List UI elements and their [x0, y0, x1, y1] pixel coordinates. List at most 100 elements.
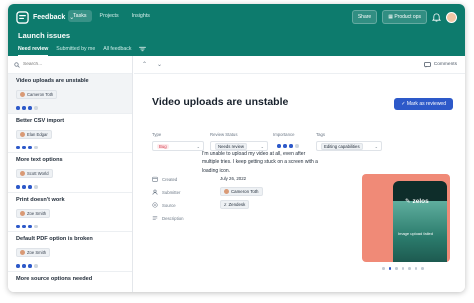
type-value: Bug [157, 144, 169, 149]
importance-dot [34, 106, 38, 110]
carousel-dot[interactable] [401, 267, 404, 270]
importance-dots [16, 106, 124, 110]
issue-title: More text options [16, 157, 63, 163]
zelos-logo-icon: ✎ [405, 198, 411, 205]
carousel-dot[interactable] [421, 267, 424, 270]
mark-reviewed-label: Mark as reviewed [406, 101, 446, 107]
importance-dots [277, 144, 307, 148]
list-item[interactable]: Video uploads are unstable Cameron Toth [8, 74, 132, 114]
filter-icon[interactable] [139, 46, 147, 52]
issue-title: Print doesn't work [16, 196, 65, 203]
carousel-dot[interactable] [395, 267, 398, 270]
comments-button[interactable]: Comments [423, 61, 457, 68]
source-icon [152, 202, 158, 208]
importance-dot [277, 144, 281, 148]
zelos-logo: ✎ zelos [405, 197, 429, 206]
list-item[interactable]: Default PDF option is broken Zoe Smith [8, 232, 132, 272]
list-item[interactable]: More text options Scott World [8, 153, 132, 193]
submitter-name: Scott World [27, 171, 49, 176]
nav-tab-projects[interactable]: Projects [95, 10, 124, 22]
importance-dot [22, 224, 26, 228]
subtab-submitted-by-me[interactable]: Submitted by me [56, 46, 95, 56]
app-window: Feedback ⌄ Tasks Projects Insights Share… [8, 4, 465, 292]
list-item[interactable]: Print doesn't work Zoe Smith [8, 193, 132, 232]
zendesk-icon: Z [224, 202, 227, 207]
app-name: Feedback [33, 14, 66, 21]
submitter-chip: Cameron Toth [16, 90, 58, 99]
share-button[interactable]: Share [351, 10, 378, 24]
list-item[interactable]: Better CSV import Elan Edgar [8, 114, 132, 153]
importance-dot [22, 185, 26, 189]
search-input[interactable] [23, 62, 123, 67]
product-ops-label: Product ops [394, 14, 421, 20]
importance-dot [28, 224, 32, 228]
importance-dot [283, 144, 287, 148]
comment-icon [423, 61, 431, 68]
importance-dot [34, 185, 38, 189]
tags-label: Tags [316, 132, 326, 137]
grid-icon: ▦ [388, 14, 393, 20]
product-ops-button[interactable]: ▦ Product ops [382, 10, 427, 24]
app-brand[interactable]: Feedback ⌄ [16, 11, 74, 24]
importance-dot [34, 264, 38, 268]
carousel-dot[interactable] [414, 267, 417, 270]
submitter-chip[interactable]: Cameron Toth [220, 187, 263, 196]
importance-dot [28, 106, 32, 110]
importance-dot [16, 224, 20, 228]
subtab-need-review[interactable]: Need review [18, 46, 49, 56]
type-label: Type [152, 132, 162, 137]
issue-detail-panel: ⌃ ⌄ Comments Video uploads are unstable … [134, 56, 465, 292]
main-nav: Tasks Projects Insights [68, 10, 155, 22]
search-icon [14, 61, 20, 68]
chevron-down-icon: ⌄ [196, 144, 200, 149]
submitter-name: Zoe Smith [27, 210, 47, 216]
mark-reviewed-button[interactable]: ✓ Mark as reviewed [394, 98, 453, 110]
carousel-dot[interactable] [408, 267, 411, 270]
tags-select[interactable]: Editing capabilities ⌄ [316, 141, 382, 151]
attachment-preview[interactable]: ✎ zelos Image upload failed [362, 174, 450, 262]
text-lines-icon [152, 216, 158, 220]
importance-dot [16, 145, 20, 149]
importance-dots [16, 185, 124, 189]
subtab-all-feedback[interactable]: All feedback [103, 46, 131, 56]
issue-list-sidebar: Video uploads are unstable Cameron Toth … [8, 56, 133, 292]
nav-tab-tasks[interactable]: Tasks [68, 10, 92, 22]
list-item[interactable]: More source options needed [8, 272, 132, 293]
avatar [224, 189, 229, 194]
importance-dot [22, 264, 26, 268]
chevron-down-icon[interactable]: ⌄ [157, 61, 162, 68]
status-label: Review Status [210, 132, 238, 137]
top-bar: Feedback ⌄ Tasks Projects Insights Share… [8, 4, 465, 56]
importance-dot [34, 145, 38, 149]
tags-value: Editing capabilities [321, 143, 363, 150]
chevron-up-icon[interactable]: ⌃ [142, 61, 147, 68]
user-avatar[interactable] [446, 11, 457, 23]
issue-title: More source options needed [16, 275, 93, 282]
type-select[interactable]: Bug ⌄ [152, 141, 204, 151]
zelos-brand-text: zelos [412, 197, 429, 205]
avatar [20, 171, 25, 176]
submitter-chip: Elan Edgar [16, 129, 52, 139]
carousel-dot[interactable] [388, 267, 391, 270]
source-chip[interactable]: Z Zendesk [220, 200, 250, 209]
comments-label: Comments [433, 62, 457, 67]
importance-dot [16, 106, 20, 110]
nav-tab-insights[interactable]: Insights [127, 10, 155, 22]
avatar [20, 250, 25, 255]
importance-dot [16, 185, 20, 189]
importance-dot [289, 144, 293, 148]
upload-failed-caption: Image upload failed [398, 231, 433, 236]
page-title: Launch issues [18, 31, 71, 40]
submitter-label: Submitter [162, 189, 181, 195]
submitter-value: Cameron Toth [231, 189, 259, 194]
calendar-icon [152, 176, 158, 182]
importance-dots [16, 145, 124, 149]
issue-title: Better CSV import [16, 117, 65, 124]
importance-dots [16, 224, 124, 228]
source-value: Zendesk [228, 202, 246, 207]
submitter-row: Submitter [152, 189, 180, 195]
carousel-dot[interactable] [382, 267, 385, 270]
bell-icon[interactable] [432, 12, 441, 22]
issue-heading: Video uploads are unstable [152, 96, 289, 108]
phone-mockup: ✎ zelos Image upload failed [393, 181, 447, 262]
